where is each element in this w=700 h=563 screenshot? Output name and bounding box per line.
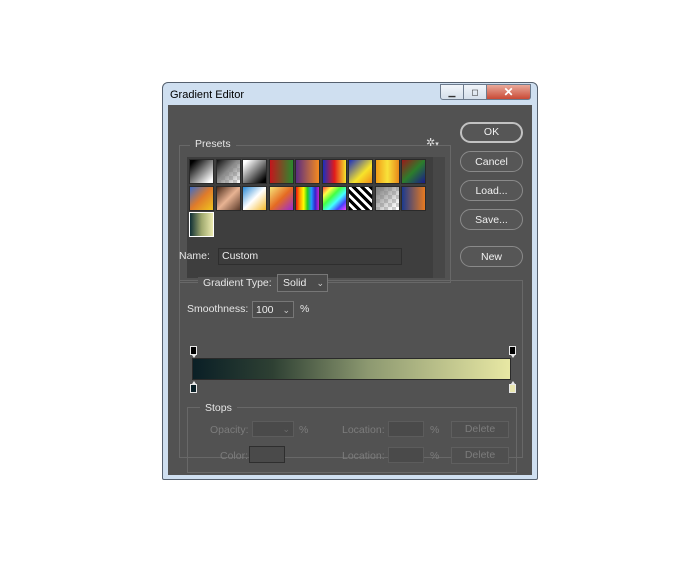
color-delete-button[interactable]: Delete [451, 447, 509, 464]
preset-swatch[interactable] [242, 185, 267, 211]
close-button[interactable]: ✕ [487, 84, 531, 100]
new-button[interactable]: New [460, 246, 523, 267]
preset-swatch[interactable] [374, 159, 400, 184]
color-location-percent: % [430, 450, 440, 462]
dialog-body: Presets ✲▾ OK Cancel Load... Save... New… [168, 105, 532, 475]
preset-swatch[interactable] [401, 159, 426, 184]
window-title: Gradient Editor [170, 89, 244, 101]
color-swatch[interactable] [249, 446, 285, 463]
opacity-input[interactable]: ⌄ [252, 421, 294, 437]
opacity-delete-button[interactable]: Delete [451, 421, 509, 438]
opacity-location-percent: % [430, 424, 440, 436]
opacity-location-input[interactable] [388, 421, 424, 437]
color-label: Color: [220, 450, 249, 462]
title-bar[interactable]: Gradient Editor ▁ ◻ ✕ [163, 83, 537, 105]
preset-swatch[interactable] [321, 185, 347, 211]
preset-swatch[interactable] [348, 159, 373, 184]
smoothness-percent: % [300, 303, 310, 315]
preset-swatch[interactable] [374, 185, 400, 211]
presets-gear-icon[interactable]: ✲▾ [426, 136, 439, 149]
preset-swatch[interactable] [295, 159, 320, 184]
load-button[interactable]: Load... [460, 180, 523, 201]
color-stop-right[interactable] [509, 384, 516, 393]
close-icon: ✕ [503, 85, 514, 99]
opacity-location-label: Location: [342, 424, 385, 436]
opacity-label: Opacity: [210, 424, 249, 436]
ok-button[interactable]: OK [460, 122, 523, 143]
minimize-icon: ▁ [448, 86, 456, 97]
window-controls: ▁ ◻ ✕ [440, 84, 531, 102]
smoothness-label: Smoothness: [187, 303, 249, 315]
preset-swatch[interactable] [215, 159, 241, 184]
preset-swatch[interactable] [189, 212, 214, 237]
gradient-editor-window: Gradient Editor ▁ ◻ ✕ Presets ✲▾ OK Canc… [162, 82, 538, 480]
stops-label: Stops [200, 402, 237, 414]
color-location-label: Location: [342, 450, 385, 462]
opacity-stop-left[interactable] [190, 346, 197, 355]
gradient-type-label: Gradient Type: [198, 277, 277, 289]
gradient-preview-bar[interactable] [192, 358, 511, 380]
preset-swatch[interactable] [321, 159, 347, 184]
stop-pointer [511, 355, 515, 358]
presets-label: Presets [190, 138, 236, 150]
save-button[interactable]: Save... [460, 209, 523, 230]
opacity-percent: % [299, 424, 309, 436]
minimize-button[interactable]: ▁ [440, 84, 464, 100]
preset-swatch[interactable] [348, 185, 373, 211]
opacity-stop-right[interactable] [509, 346, 516, 355]
cancel-button[interactable]: Cancel [460, 151, 523, 172]
name-input[interactable]: Custom [218, 248, 402, 265]
preset-swatch[interactable] [242, 159, 267, 184]
preset-swatch[interactable] [268, 185, 294, 211]
maximize-button[interactable]: ◻ [464, 84, 487, 100]
preset-swatch[interactable] [189, 185, 214, 211]
chevron-down-icon: ⌄ [316, 278, 324, 288]
color-stop-left[interactable] [190, 384, 197, 393]
color-location-input[interactable] [388, 447, 424, 463]
preset-swatch[interactable] [401, 185, 426, 211]
preset-swatch[interactable] [189, 159, 214, 184]
chevron-down-icon: ⌄ [282, 424, 290, 434]
presets-scrollbar[interactable] [433, 157, 445, 278]
preset-swatch[interactable] [215, 185, 241, 211]
name-label: Name: [179, 250, 210, 262]
preset-swatch[interactable] [268, 159, 294, 184]
smoothness-select[interactable]: 100 ⌄ [252, 301, 294, 318]
preset-swatch[interactable] [295, 185, 320, 211]
gradient-type-select[interactable]: Solid ⌄ [277, 274, 328, 292]
maximize-icon: ◻ [471, 86, 479, 97]
chevron-down-icon: ⌄ [282, 305, 290, 315]
